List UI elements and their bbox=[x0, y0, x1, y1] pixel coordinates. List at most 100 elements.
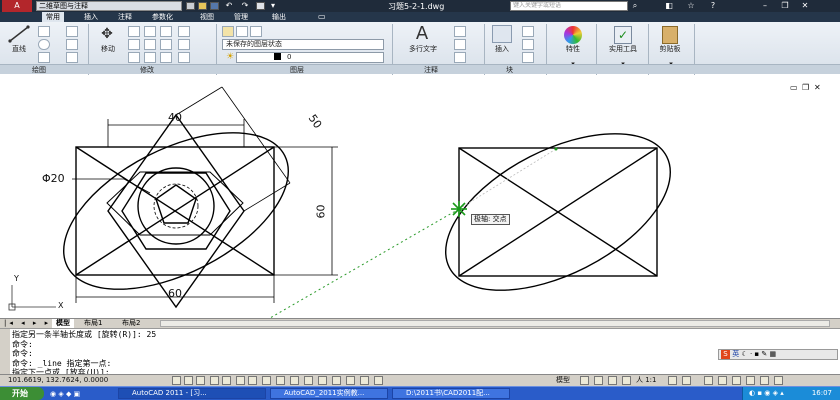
undo-icon[interactable]: ↶ bbox=[224, 1, 234, 11]
layer-off-icon[interactable] bbox=[250, 26, 262, 37]
minimize-icon[interactable]: – bbox=[760, 1, 770, 11]
rotate-icon[interactable] bbox=[128, 26, 140, 37]
block-panel-title[interactable]: 块 bbox=[506, 65, 513, 75]
quick-view-drawings-icon[interactable] bbox=[594, 376, 603, 385]
multiline-text-label[interactable]: 多行文字 bbox=[400, 44, 446, 54]
object-snap-icon[interactable] bbox=[236, 376, 245, 385]
arc-icon[interactable] bbox=[38, 52, 50, 63]
clipboard-icon[interactable] bbox=[662, 26, 678, 44]
isolate-objects-icon[interactable] bbox=[746, 376, 755, 385]
taskbar-item-folder[interactable]: D:\2011书\CAD2011配... bbox=[392, 388, 510, 399]
pan-icon[interactable] bbox=[608, 376, 617, 385]
block-attributes-icon[interactable] bbox=[522, 52, 534, 63]
command-window-handle[interactable] bbox=[0, 329, 10, 375]
communication-icon[interactable]: ☆ bbox=[686, 1, 696, 11]
quick-launch-icons[interactable]: ◉ ◈ ◆ ▣ bbox=[50, 389, 110, 399]
tab-model[interactable]: 模型 bbox=[52, 319, 74, 328]
line-icon[interactable] bbox=[8, 25, 30, 43]
auto-scale-icon[interactable] bbox=[682, 376, 691, 385]
tab-layout1[interactable]: 布局1 bbox=[84, 319, 102, 328]
annotation-scale[interactable]: 人 1:1 bbox=[636, 375, 657, 386]
ime-mode[interactable]: 英 bbox=[732, 350, 739, 358]
modify-more-icon[interactable] bbox=[178, 52, 190, 63]
isolate-icon[interactable] bbox=[374, 376, 383, 385]
layers-panel-title[interactable]: 图层 bbox=[290, 65, 304, 75]
move-icon[interactable]: ✥ bbox=[96, 25, 118, 43]
plot-icon[interactable] bbox=[256, 2, 265, 10]
tab-output[interactable]: 输出 bbox=[268, 12, 290, 22]
layer-properties-icon[interactable] bbox=[222, 26, 234, 37]
layer-state-icon[interactable] bbox=[236, 26, 248, 37]
command-window[interactable]: 指定另一条半轴长度或 [旋转(R)]: 25 命令: 命令: 命令: _line… bbox=[0, 328, 840, 377]
hardware-acceleration-icon[interactable] bbox=[732, 376, 741, 385]
dynamic-input-icon[interactable] bbox=[290, 376, 299, 385]
workspace-switching-icon[interactable] bbox=[704, 376, 713, 385]
create-block-icon[interactable] bbox=[522, 26, 534, 37]
tab-layout2[interactable]: 布局2 bbox=[122, 319, 140, 328]
qa-dropdown-icon[interactable]: ▾ bbox=[268, 1, 278, 11]
quick-open-icon[interactable] bbox=[198, 2, 207, 10]
taskbar-item-autocad[interactable]: AutoCAD 2011 - [习... bbox=[118, 388, 266, 399]
utilities-icon[interactable]: ✓ bbox=[614, 26, 632, 44]
explode-icon[interactable] bbox=[178, 26, 190, 37]
line-button-label[interactable]: 直线 bbox=[4, 44, 34, 54]
start-button[interactable]: 开始 bbox=[0, 387, 44, 400]
tray-icons[interactable]: ◐ ▪ ◉ ◈ ▴ bbox=[743, 389, 784, 397]
annotation-monitor-icon[interactable] bbox=[360, 376, 369, 385]
subscription-icon[interactable]: ◧ bbox=[664, 1, 674, 11]
scale-icon[interactable] bbox=[144, 52, 156, 63]
erase-icon[interactable] bbox=[160, 26, 172, 37]
status-menu-icon[interactable] bbox=[760, 376, 769, 385]
tab-manage[interactable]: 管理 bbox=[230, 12, 252, 22]
move-button-label[interactable]: 移动 bbox=[94, 44, 122, 54]
clean-screen-icon[interactable] bbox=[774, 376, 783, 385]
layer-state-dropdown[interactable]: 未保存的图层状态 bbox=[222, 39, 384, 50]
utilities-label[interactable]: 实用工具 bbox=[602, 44, 644, 54]
multileader-icon[interactable] bbox=[454, 39, 466, 50]
rectangle-icon[interactable] bbox=[66, 26, 78, 37]
quick-save-icon[interactable] bbox=[210, 2, 219, 10]
fillet-icon[interactable] bbox=[160, 39, 172, 50]
coordinates-readout[interactable]: 101.6619, 132.7624, 0.0000 bbox=[8, 375, 108, 386]
polyline-icon[interactable] bbox=[38, 26, 50, 37]
app-logo-icon[interactable]: A bbox=[2, 0, 32, 12]
grid-icon[interactable] bbox=[196, 376, 205, 385]
draw-panel-title[interactable]: 绘图 bbox=[32, 65, 46, 75]
multiline-text-icon[interactable]: A bbox=[410, 24, 434, 44]
draw-more-icon[interactable] bbox=[66, 52, 78, 63]
insert-label[interactable]: 插入 bbox=[488, 44, 516, 54]
array-icon[interactable] bbox=[160, 52, 172, 63]
insert-block-icon[interactable] bbox=[492, 25, 512, 43]
properties-icon[interactable] bbox=[564, 26, 582, 44]
quick-new-icon[interactable] bbox=[186, 2, 195, 10]
model-space-button[interactable]: 模型 bbox=[556, 375, 570, 386]
clipboard-label[interactable]: 剪贴板 bbox=[652, 44, 688, 54]
tab-view[interactable]: 视图 bbox=[196, 12, 218, 22]
polar-tracking-icon[interactable] bbox=[222, 376, 231, 385]
horizontal-scrollbar[interactable] bbox=[160, 320, 830, 327]
restore-icon[interactable]: ❐ bbox=[780, 1, 790, 11]
stretch-icon[interactable] bbox=[128, 52, 140, 63]
3d-osnap-icon[interactable] bbox=[248, 376, 257, 385]
snap-mode-icon[interactable] bbox=[184, 376, 193, 385]
object-snap-tracking-icon[interactable] bbox=[262, 376, 271, 385]
quick-view-layouts-icon[interactable] bbox=[580, 376, 589, 385]
ortho-icon[interactable] bbox=[210, 376, 219, 385]
properties-label[interactable]: 特性 bbox=[556, 44, 590, 54]
infer-constraints-icon[interactable] bbox=[172, 376, 181, 385]
drawing-canvas[interactable]: ▭ ❐ ✕ 40 50 Φ20 60 60 极轴: 交点 Y X bbox=[0, 75, 840, 318]
lock-icon[interactable] bbox=[718, 376, 727, 385]
tab-annotate[interactable]: 注释 bbox=[114, 12, 136, 22]
tab-home[interactable]: 常用 bbox=[42, 12, 64, 22]
circle-icon[interactable] bbox=[38, 39, 50, 50]
table-icon[interactable] bbox=[454, 52, 466, 63]
ime-toolbar[interactable]: S 英 ☾ ⋅ ▪ ✎ ▦ bbox=[718, 349, 838, 360]
trim-icon[interactable] bbox=[144, 26, 156, 37]
annotation-panel-title[interactable]: 注释 bbox=[424, 65, 438, 75]
tab-insert[interactable]: 插入 bbox=[80, 12, 102, 22]
binoculars-icon[interactable]: ⌕ bbox=[630, 1, 640, 11]
annotation-visibility-icon[interactable] bbox=[668, 376, 677, 385]
tab-parametric[interactable]: 参数化 bbox=[148, 12, 177, 22]
hatch-icon[interactable] bbox=[66, 39, 78, 50]
allow-ucs-icon[interactable] bbox=[276, 376, 285, 385]
